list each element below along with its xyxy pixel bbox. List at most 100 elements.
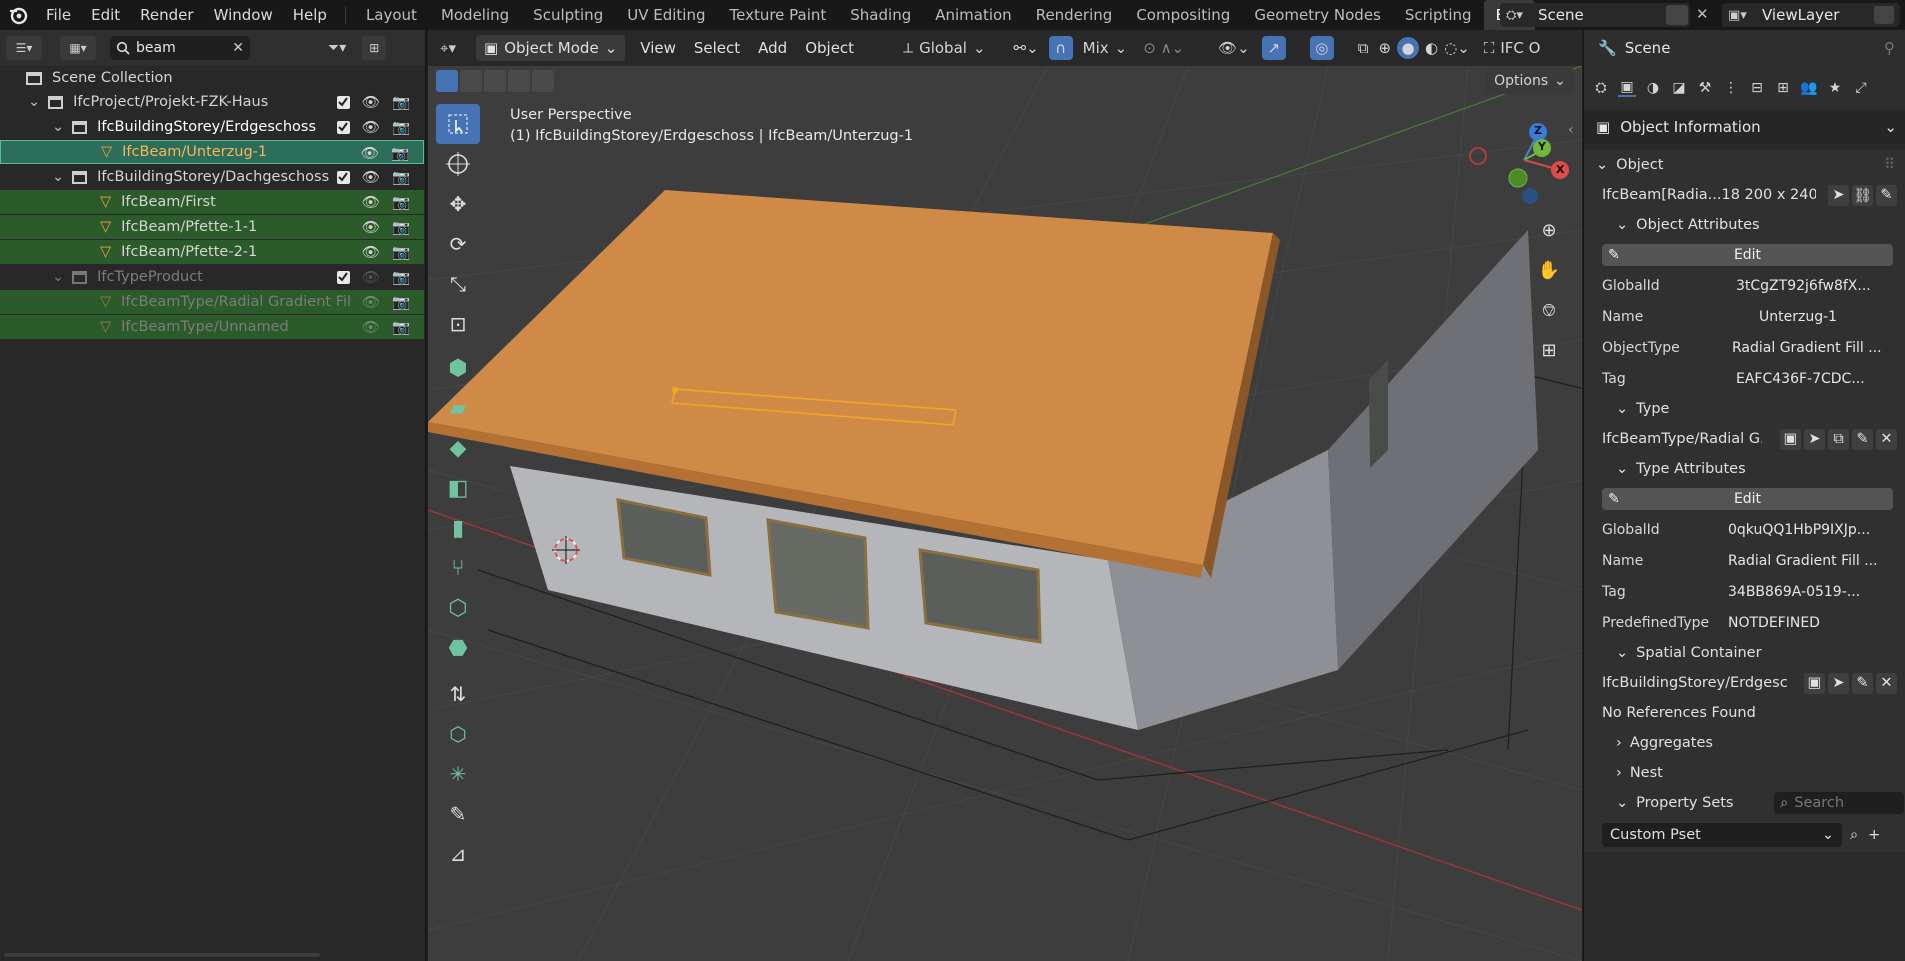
annotate-tool-icon[interactable]: ✎ [436,794,480,834]
measure-tool-icon[interactable]: ⊿ [436,834,480,874]
filter-icon[interactable]: ⏷▾ [328,40,346,56]
menu-select[interactable]: Select [685,39,749,57]
tab-sculpting[interactable]: Sculpting [521,0,615,30]
outliner-row-beamtype-radial[interactable]: ▽ IfcBeamType/Radial Gradient Fil 👁 📷 [0,290,424,314]
element-tool-icon[interactable]: ⬣ [436,628,480,668]
chevron-down-icon[interactable]: ⌄ [52,119,64,135]
view-layer-selector[interactable]: ▣▾ ViewLayer [1722,3,1900,27]
shading-wireframe-icon[interactable]: ⊕ [1378,39,1391,57]
pin-icon[interactable]: ⚲ [1884,39,1895,57]
options-button[interactable]: Options ⌄ [1486,68,1574,94]
select-intersect-icon[interactable] [532,70,554,92]
sidebar-toggle-icon[interactable]: ‹ [1568,122,1574,138]
outliner-row-unterzug-1[interactable]: ▽ IfcBeam/Unterzug-1 👁 📷 [0,140,424,164]
grid-tool-icon[interactable]: ⇅ [436,674,480,714]
perspective-toggle-icon[interactable]: ⊞ [1531,332,1567,368]
camera-icon[interactable]: 📷 [392,244,410,261]
tab-texture-paint[interactable]: Texture Paint [717,0,838,30]
eye-icon[interactable]: 👁 [361,145,379,162]
select-cursor-icon[interactable]: ➤ [1804,428,1825,450]
outliner-row-erdgeschoss[interactable]: ⌄ IfcBuildingStorey/Erdgeschoss 👁 📷 [0,115,424,139]
tab-quality-icon[interactable]: ★ [1826,79,1844,97]
eye-icon[interactable]: 👁 [362,319,380,336]
delete-scene-icon[interactable]: ✕ [1696,5,1709,23]
tab-geometry-icon[interactable]: ◑ [1644,79,1662,97]
select-subtract-icon[interactable] [484,70,506,92]
camera-icon[interactable]: 📷 [392,319,410,336]
exclude-checkbox[interactable] [336,120,350,134]
mode-dropdown[interactable]: ▣ Object Mode ⌄ [476,35,626,61]
scene-selector[interactable]: ⛭▾ Scene ⚲ [1500,3,1690,27]
tab-settings-icon[interactable]: ⤢ [1852,79,1870,97]
snap-toggle-icon[interactable]: ∩ [1048,36,1073,60]
drag-handle-icon[interactable]: ⠿ [1884,157,1895,173]
camera-icon[interactable]: 📷 [392,294,410,311]
explore-tool-icon[interactable]: ⬢ [436,348,480,388]
shading-rendered-icon[interactable]: ◌⌄ [1444,39,1470,57]
select-cursor-icon[interactable]: ➤ [1828,672,1849,694]
tab-uv-editing[interactable]: UV Editing [615,0,717,30]
menu-add[interactable]: Add [749,39,796,57]
tab-compositing[interactable]: Compositing [1124,0,1242,30]
camera-icon[interactable]: 📷 [392,194,410,211]
eye-icon[interactable]: 👁 [362,119,380,136]
tab-drawings-icon[interactable]: ◪ [1670,79,1688,97]
transform-tool-icon[interactable]: ⊡ [436,304,480,344]
door-tool-icon[interactable]: ◧ [436,468,480,508]
ifc-menu[interactable]: ⛶ IFC O [1484,39,1541,57]
menu-object[interactable]: Object [796,39,863,57]
eye-icon[interactable]: 👁 [362,94,380,111]
tab-shading[interactable]: Shading [838,0,923,30]
camera-icon[interactable]: 📷 [392,94,410,111]
exclude-checkbox[interactable] [336,95,350,109]
exclude-checkbox[interactable] [336,170,350,184]
visibility-icon[interactable]: 👁⌄ [1218,39,1250,57]
menu-view[interactable]: View [631,39,685,57]
pset-select[interactable]: Custom Pset ⌄ [1602,823,1842,847]
structural-tool-icon[interactable]: ✳ [436,754,480,794]
tab-scripting[interactable]: Scripting [1393,0,1484,30]
edit-container-icon[interactable]: ✎ [1852,672,1873,694]
editor-type-icon[interactable]: ☰▾ [6,36,42,60]
tab-scheduling-icon[interactable]: ⊞ [1774,79,1792,97]
camera-icon[interactable]: 📷 [392,119,410,136]
new-collection-icon[interactable]: ⊞ [362,36,387,60]
gizmo-toggle-icon[interactable]: ↗ [1261,36,1286,60]
overlay-toggle-icon[interactable]: ◎ [1309,36,1334,60]
chevron-down-icon[interactable]: ⌄ [28,94,40,110]
outliner-row-dachgeschoss[interactable]: ⌄ IfcBuildingStorey/Dachgeschoss 👁 📷 [0,165,424,189]
move-tool-icon[interactable]: ✥ [436,184,480,224]
edit-attributes-button[interactable]: ✎ Edit [1602,244,1893,266]
scale-tool-icon[interactable]: ⤡ [436,264,480,304]
nest-header[interactable]: › Nest [1584,758,1905,788]
space-tool-icon[interactable]: ⬡ [436,714,480,754]
pivot-icon[interactable]: ⚯⌄ [1014,39,1039,57]
duplicate-icon[interactable]: ⧉ [1828,428,1849,450]
rotate-tool-icon[interactable]: ⟳ [436,224,480,264]
camera-icon[interactable]: 📷 [392,269,410,286]
shading-solid-icon[interactable]: ● [1397,37,1420,59]
menu-file[interactable]: File [36,0,81,30]
menu-render[interactable]: Render [130,0,203,30]
tab-geometry-nodes[interactable]: Geometry Nodes [1242,0,1393,30]
eye-icon[interactable]: 👁 [362,269,380,286]
select-type-icon[interactable]: ▣ [1780,428,1801,450]
spatial-container-header[interactable]: ⌄ Spatial Container [1584,638,1905,668]
tab-modeling[interactable]: Modeling [429,0,521,30]
eye-icon[interactable]: 👁 [362,219,380,236]
select-new-icon[interactable] [436,70,458,92]
tab-costing-icon[interactable]: ⊟ [1748,79,1766,97]
menu-help[interactable]: Help [283,0,337,30]
add-pset-icon[interactable]: + [1868,827,1880,843]
xray-icon[interactable]: ⧉ [1358,39,1369,57]
select-box-tool-icon[interactable] [436,104,480,144]
stair-tool-icon[interactable]: ⬡ [436,588,480,628]
outliner-row-pfette-1-1[interactable]: ▽ IfcBeam/Pfette-1-1 👁 📷 [0,215,424,239]
select-invert-icon[interactable] [508,70,530,92]
zoom-icon[interactable]: ⊕ [1531,212,1567,248]
camera-view-icon[interactable]: ⎊ [1531,292,1567,328]
cursor-tool-icon[interactable] [436,144,480,184]
property-sets-header[interactable]: ⌄ Property Sets ⌕ Search [1584,788,1905,818]
panel-selector[interactable]: ▣ Object Information ⌄ [1584,110,1905,144]
tab-facility-icon[interactable]: 👥 [1800,79,1818,97]
